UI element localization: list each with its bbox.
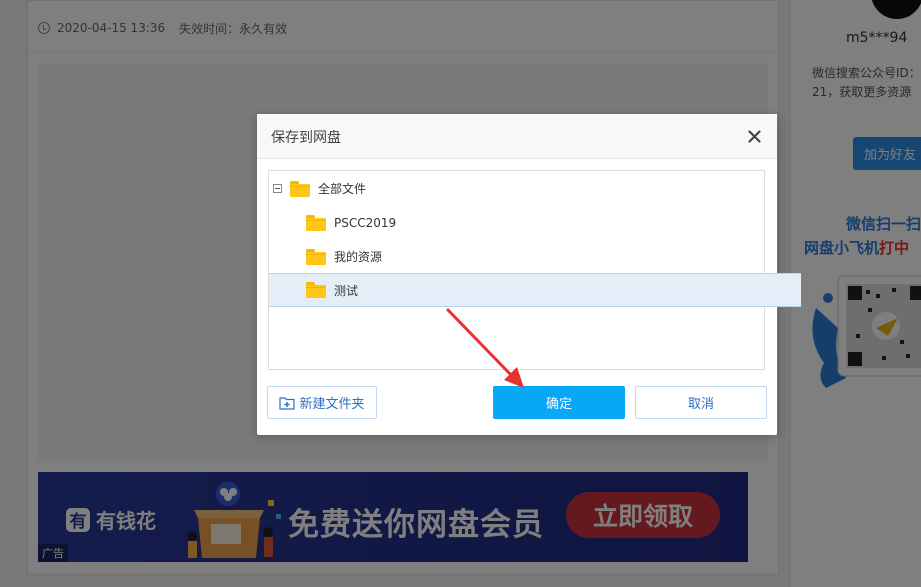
tree-row-test[interactable]: 测试 [269,273,801,307]
close-icon[interactable] [743,125,765,147]
tree-row-root[interactable]: 全部文件 [269,172,768,205]
new-folder-button[interactable]: 新建文件夹 [267,386,377,419]
new-folder-label: 新建文件夹 [299,397,365,412]
new-folder-icon [279,396,296,410]
folder-label: PSCC2019 [334,215,397,230]
folder-icon [306,248,326,265]
folder-icon [306,214,326,231]
tree-row-pscc2019[interactable]: PSCC2019 [269,206,801,239]
dialog-header: 保存到网盘 [257,114,777,159]
folder-icon [290,180,310,197]
folder-label: 我的资源 [334,250,383,264]
tree-row-my-resources[interactable]: 我的资源 [269,240,801,273]
folder-label: 测试 [334,283,359,298]
red-arrow-icon [446,308,524,388]
cancel-button[interactable]: 取消 [635,386,767,419]
dialog-title: 保存到网盘 [271,130,341,146]
folder-label: 全部文件 [318,182,367,196]
folder-icon [306,282,326,298]
collapse-icon[interactable] [273,184,282,193]
